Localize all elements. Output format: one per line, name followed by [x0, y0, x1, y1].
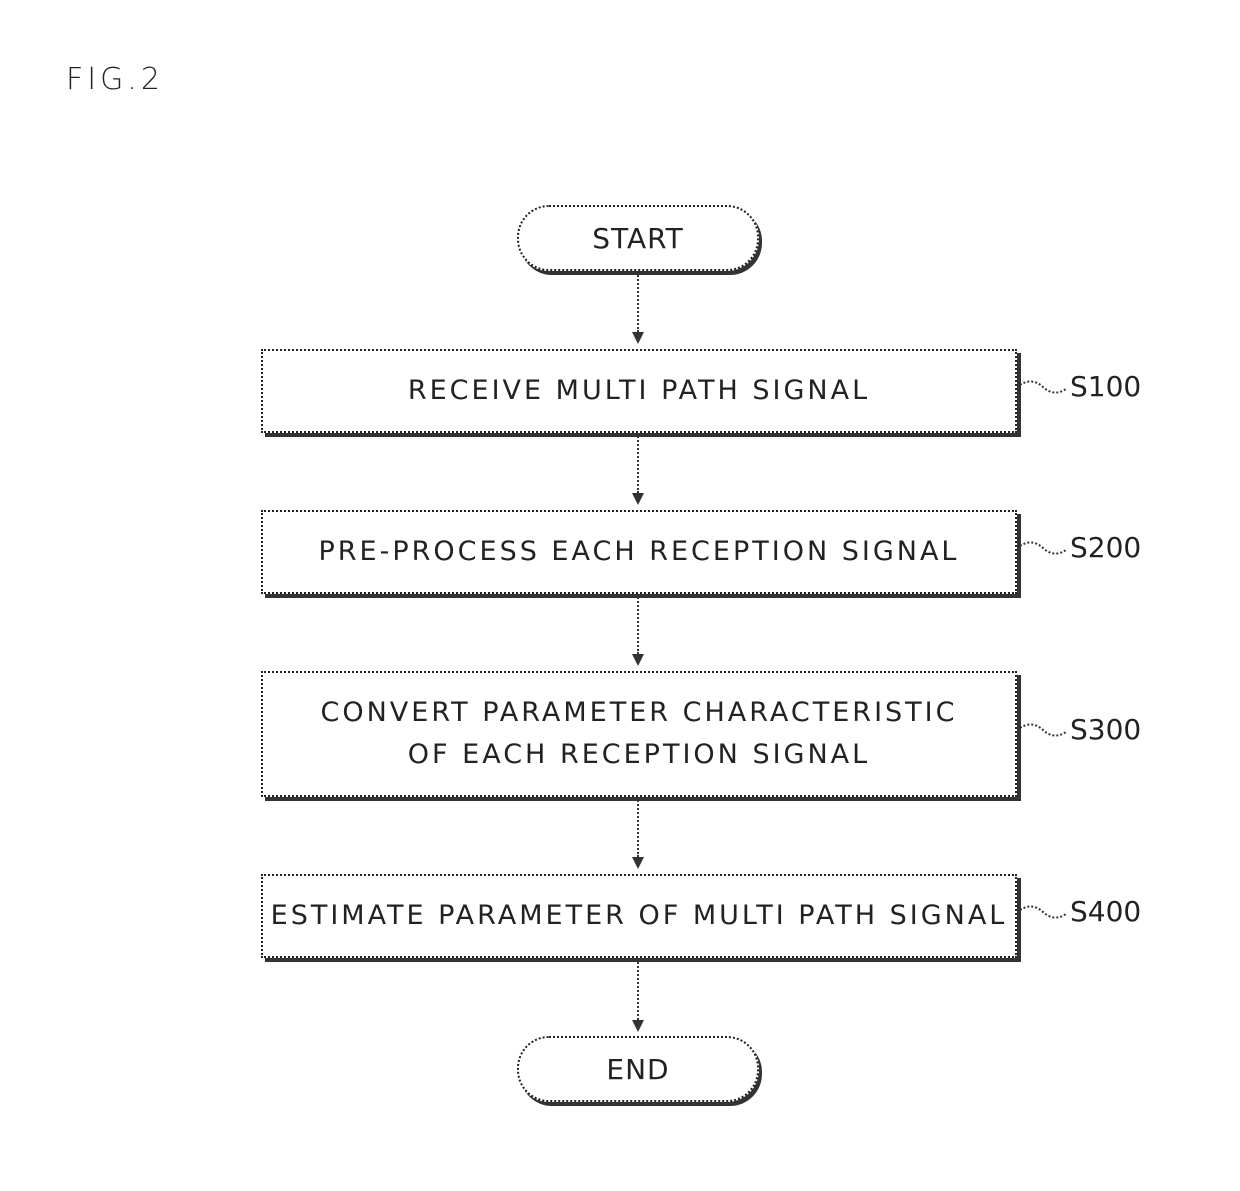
- end-label: END: [606, 1052, 670, 1086]
- connector-s400-end: [637, 958, 639, 1020]
- connector-s100-s200: [637, 433, 639, 493]
- start-label: START: [592, 221, 684, 255]
- process-box-s200: PRE-PROCESS EACH RECEPTION SIGNAL: [261, 510, 1017, 594]
- process-box-s100: RECEIVE MULTI PATH SIGNAL: [261, 349, 1017, 433]
- leader-tilde-icon: [1019, 723, 1067, 736]
- step-reference-s100: S100: [1018, 370, 1141, 403]
- leader-tilde-icon: [1019, 905, 1067, 918]
- process-text: ESTIMATE PARAMETER OF MULTI PATH SIGNAL: [270, 900, 1008, 931]
- step-reference-s400: S400: [1018, 895, 1141, 928]
- end-terminal: END: [517, 1036, 759, 1102]
- figure-label: FIG.2: [66, 62, 164, 97]
- process-text: RECEIVE MULTI PATH SIGNAL: [407, 375, 871, 406]
- step-id: S100: [1070, 370, 1142, 403]
- step-id: S400: [1070, 895, 1142, 928]
- step-reference-s300: S300: [1018, 713, 1141, 746]
- leader-tilde-icon: [1019, 541, 1067, 554]
- step-reference-s200: S200: [1018, 531, 1141, 564]
- arrowhead-icon: [632, 1020, 644, 1032]
- start-terminal: START: [517, 205, 759, 271]
- process-box-s300: CONVERT PARAMETER CHARACTERISTIC OF EACH…: [261, 671, 1017, 797]
- connector-start-s100: [637, 272, 639, 332]
- leader-tilde-icon: [1019, 380, 1067, 393]
- connector-s300-s400: [637, 797, 639, 857]
- connector-s200-s300: [637, 594, 639, 654]
- arrowhead-icon: [632, 493, 644, 505]
- step-id: S300: [1070, 713, 1142, 746]
- arrowhead-icon: [632, 332, 644, 344]
- arrowhead-icon: [632, 857, 644, 869]
- arrowhead-icon: [632, 654, 644, 666]
- process-text: PRE-PROCESS EACH RECEPTION SIGNAL: [318, 536, 960, 567]
- process-text: CONVERT PARAMETER CHARACTERISTIC OF EACH…: [320, 697, 958, 770]
- process-box-s400: ESTIMATE PARAMETER OF MULTI PATH SIGNAL: [261, 874, 1017, 958]
- step-id: S200: [1070, 531, 1142, 564]
